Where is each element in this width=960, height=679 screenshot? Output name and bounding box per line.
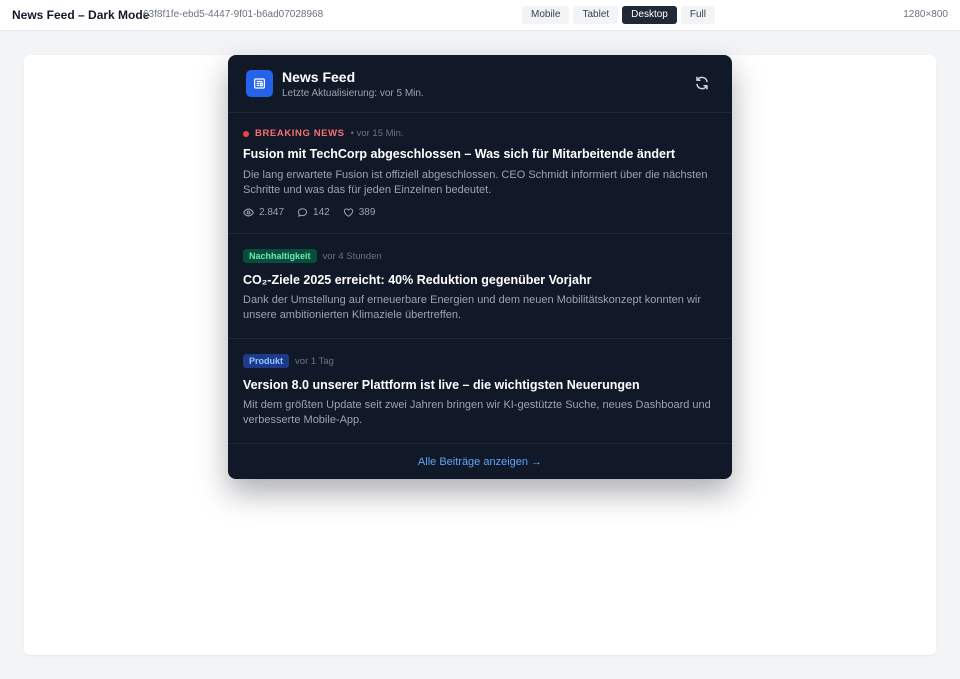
- preview-title: News Feed – Dark Mode: [12, 8, 150, 22]
- viewport-tabs: Mobile Tablet Desktop Full: [522, 6, 715, 24]
- widget-footer: Alle Beiträge anzeigen →: [228, 444, 732, 479]
- comment-icon: [297, 207, 308, 218]
- comments-stat[interactable]: 142: [297, 207, 330, 218]
- news-feed-widget: News Feed Letzte Aktualisierung: vor 5 M…: [228, 55, 732, 479]
- news-description: Die lang erwartete Fusion ist offiziell …: [243, 169, 708, 196]
- news-headline[interactable]: Version 8.0 unserer Plattform ist live –…: [243, 378, 719, 392]
- category-badge: Produkt: [243, 354, 290, 368]
- news-stats: 2.847 142 389: [243, 207, 375, 218]
- views-stat: 2.847: [243, 207, 284, 218]
- widget-header: News Feed Letzte Aktualisierung: vor 5 M…: [228, 55, 732, 113]
- eye-icon: [243, 207, 254, 218]
- breaking-dot-icon: [243, 130, 249, 137]
- viewport-resolution: 1280×800: [903, 9, 948, 20]
- news-item[interactable]: BREAKING NEWS • vor 15 Min. Fusion mit T…: [228, 113, 732, 234]
- viewport-tab-full[interactable]: Full: [680, 6, 715, 24]
- breaking-label: BREAKING NEWS: [255, 128, 345, 139]
- news-time: vor 1 Tag: [295, 355, 334, 367]
- viewport-tab-desktop[interactable]: Desktop: [622, 6, 677, 24]
- comments-count: 142: [313, 207, 330, 218]
- news-headline[interactable]: CO₂-Ziele 2025 erreicht: 40% Reduktion g…: [243, 273, 719, 287]
- category-badge: Nachhaltigkeit: [243, 249, 317, 263]
- viewport-tab-mobile[interactable]: Mobile: [522, 6, 570, 24]
- news-headline[interactable]: Fusion mit TechCorp abgeschlossen – Was …: [243, 147, 719, 161]
- likes-stat[interactable]: 389: [343, 207, 376, 218]
- viewport-tab-tablet[interactable]: Tablet: [573, 6, 619, 24]
- widget-title: News Feed: [282, 69, 356, 85]
- last-updated: Letzte Aktualisierung: vor 5 Min.: [282, 88, 424, 99]
- news-meta: Nachhaltigkeit vor 4 Stunden: [243, 249, 382, 263]
- refresh-icon[interactable]: [694, 75, 710, 91]
- news-time: vor 4 Stunden: [322, 250, 382, 262]
- preview-toolbar: News Feed – Dark Mode 63f8f1fe-ebd5-4447…: [0, 0, 960, 31]
- news-meta: Produkt vor 1 Tag: [243, 354, 334, 368]
- heart-icon: [343, 207, 354, 218]
- newspaper-icon: [246, 70, 273, 97]
- view-all-link[interactable]: Alle Beiträge anzeigen →: [418, 456, 542, 468]
- news-meta: BREAKING NEWS • vor 15 Min.: [243, 128, 404, 139]
- preview-id: 63f8f1fe-ebd5-4447-9f01-b6ad07028968: [143, 9, 324, 20]
- news-time: • vor 15 Min.: [350, 128, 404, 139]
- views-count: 2.847: [259, 207, 285, 218]
- news-description: Dank der Umstellung auf erneuerbare Ener…: [243, 294, 701, 321]
- news-item[interactable]: Nachhaltigkeit vor 4 Stunden CO₂-Ziele 2…: [228, 234, 732, 339]
- news-description: Mit dem größten Update seit zwei Jahren …: [243, 399, 711, 426]
- likes-count: 389: [358, 207, 376, 218]
- news-item[interactable]: Produkt vor 1 Tag Version 8.0 unserer Pl…: [228, 339, 732, 444]
